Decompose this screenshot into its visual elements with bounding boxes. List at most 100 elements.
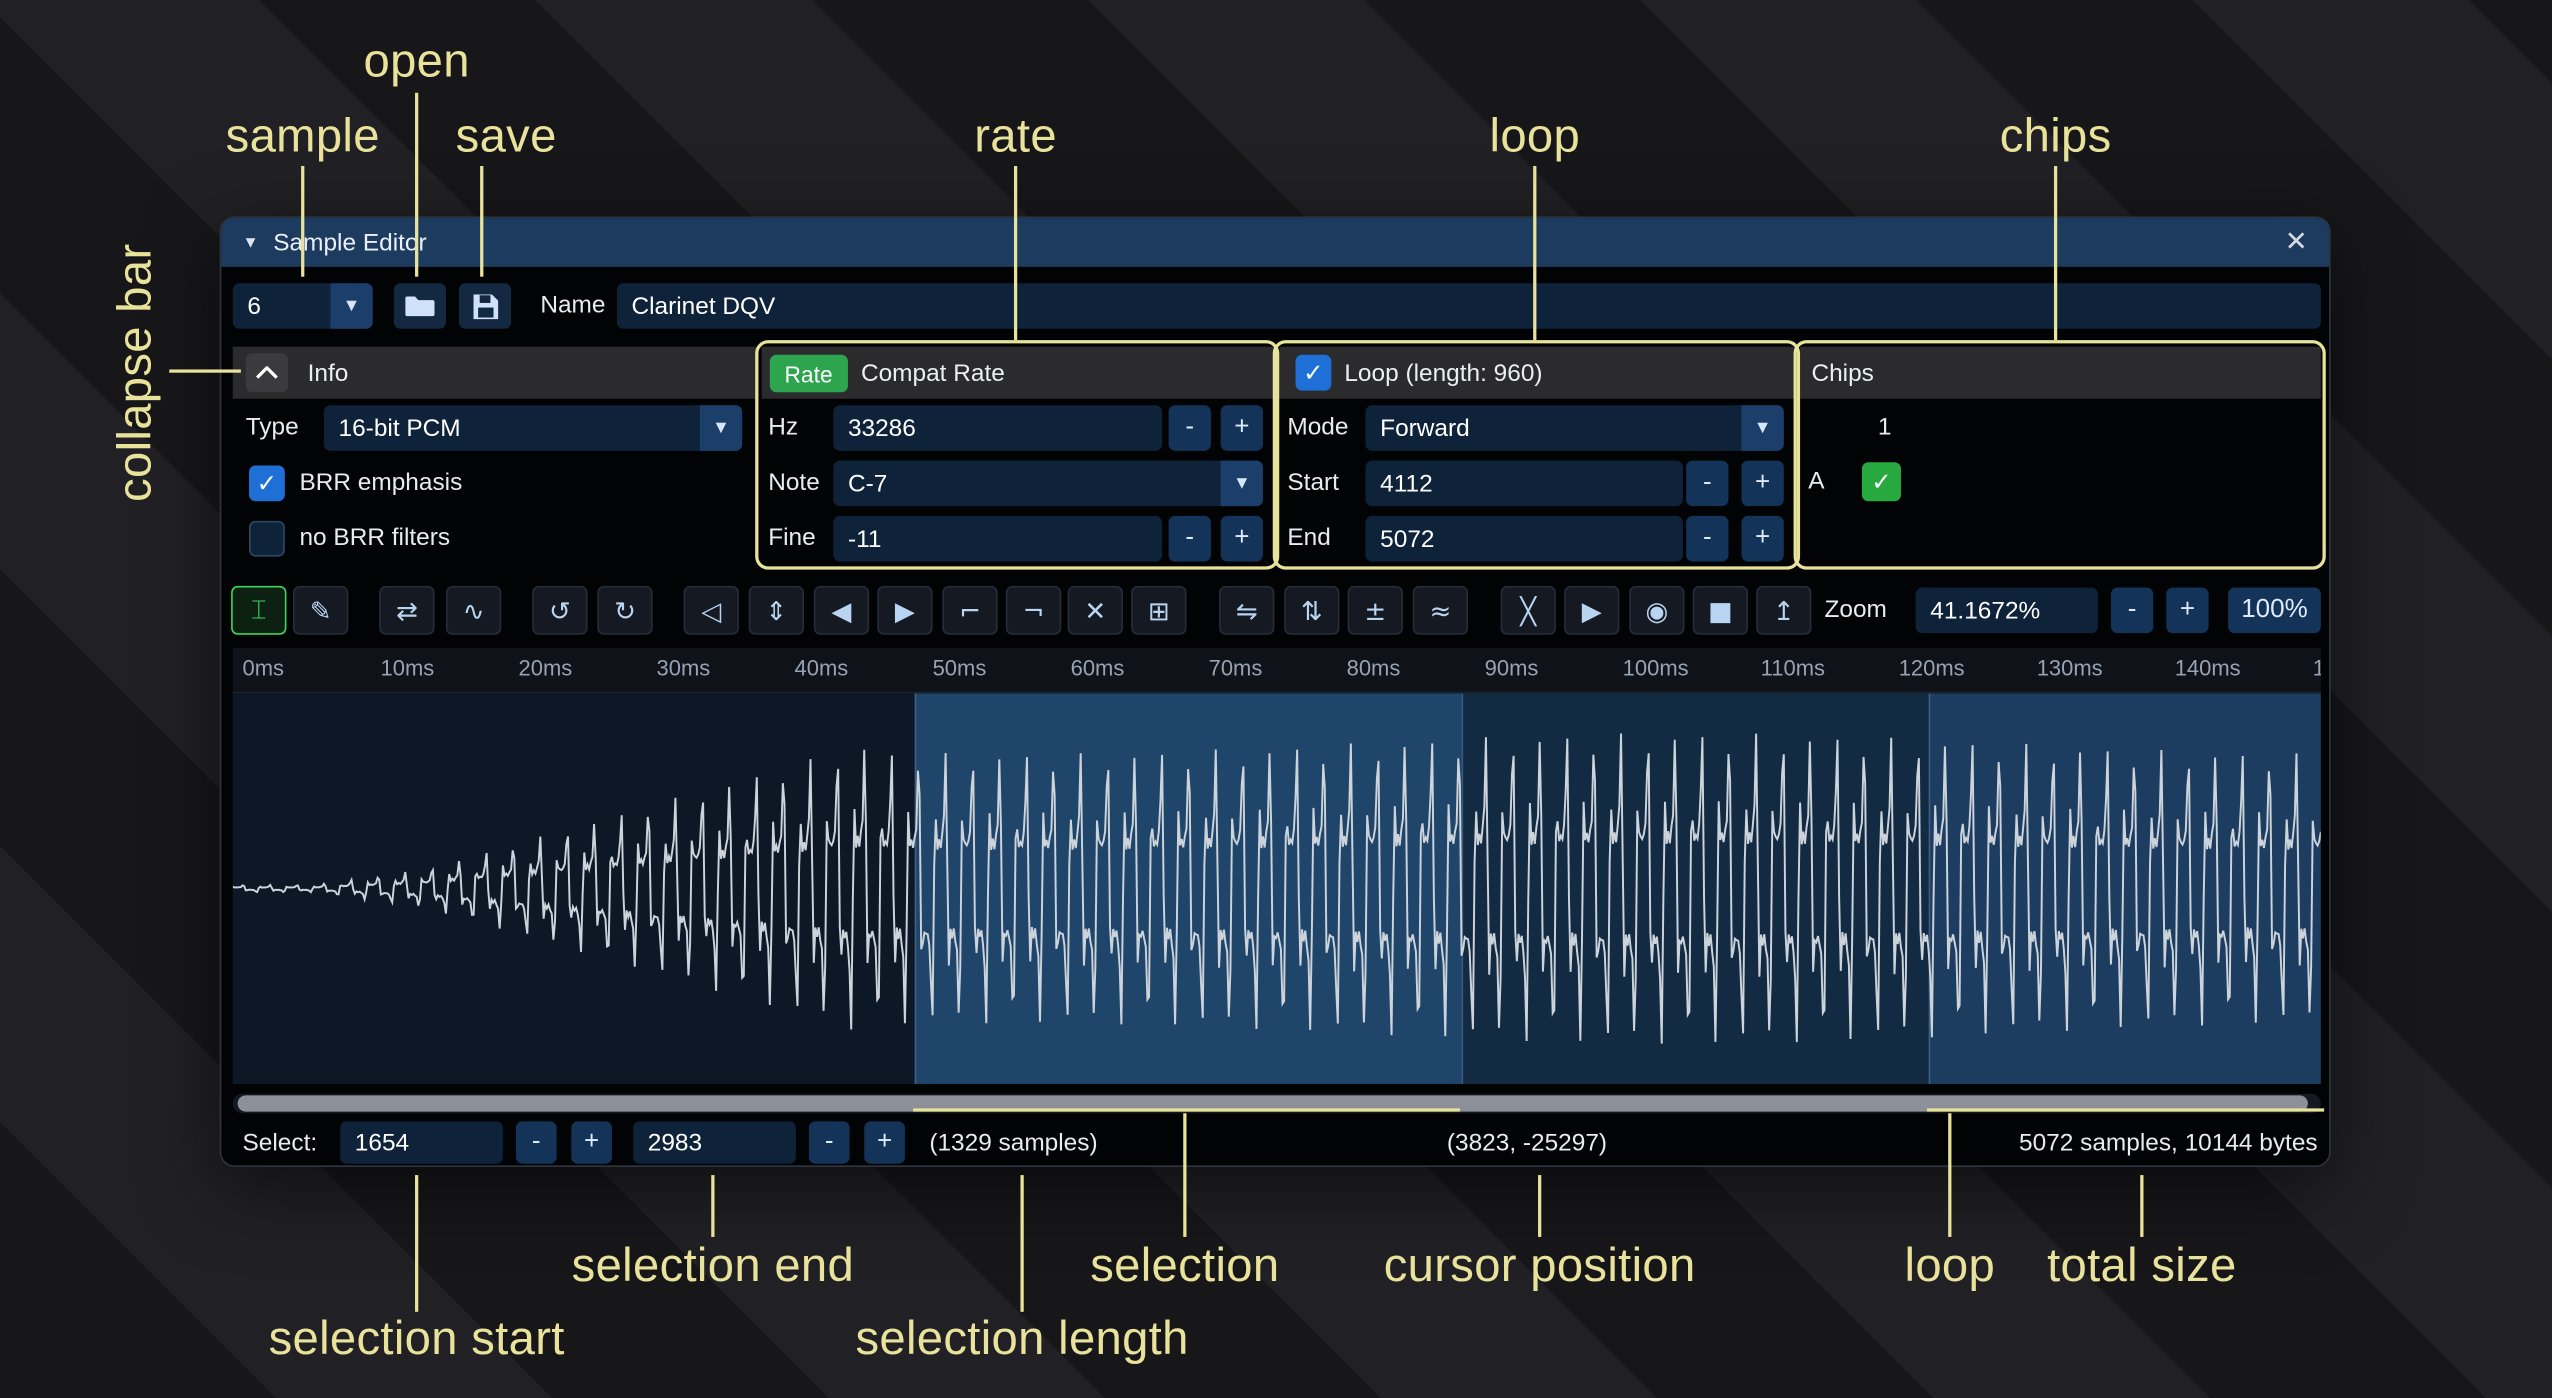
annotation-selection-end: selection end [572,1240,854,1294]
tool-draw-mode-button[interactable]: ✎ [293,586,348,635]
tool-filter-button[interactable]: ≈ [1413,586,1468,635]
selection-start-value: 1654 [355,1129,409,1157]
timeline-tick: 60ms [1071,656,1125,680]
tool-redo-button[interactable]: ↻ [597,586,652,635]
annotation-line-loop-bottom [1948,1113,1951,1237]
zoom-value: 41.1672% [1930,596,2040,624]
tool-resize-button[interactable]: ⇄ [379,586,434,635]
annotation-line-loop [1533,166,1536,340]
name-input[interactable]: Clarinet DQV [617,283,2321,329]
annotation-line-selection-end [711,1175,714,1237]
annotation-line-selection-length [1020,1175,1023,1312]
annotation-line-rate [1014,166,1017,340]
annotation-line-total-size [2140,1175,2143,1237]
total-size-text: 5072 samples, 10144 bytes [2019,1118,2318,1168]
window-title: Sample Editor [273,229,426,257]
no-brr-filters-label: no BRR filters [299,516,450,562]
annotation-line-cursor-position [1538,1175,1541,1237]
chevron-down-icon[interactable]: ▼ [330,283,372,329]
timeline-tick: 120ms [1899,656,1965,680]
brr-emphasis-checkbox[interactable]: ✓ [249,465,285,501]
timeline-tick: 40ms [795,656,849,680]
timeline-tick: 100ms [1623,656,1689,680]
annotation-line-open [415,93,418,277]
tool-preview-selection-button[interactable]: ◉ [1629,586,1684,635]
window-collapse-icon[interactable]: ▼ [243,234,259,252]
open-button[interactable] [394,283,446,329]
chevron-up-icon [256,366,279,379]
info-panel-title: Info [308,347,349,399]
annotation-save: save [456,111,557,165]
selection-start-input[interactable]: 1654 [340,1121,503,1163]
timeline-tick: 150ms [2313,656,2321,680]
annotation-selection-start: selection start [269,1313,565,1367]
tool-select-mode-button[interactable]: ⌶ [231,586,286,635]
annotation-line-selection [1183,1113,1186,1237]
screenshot-root: ▼ Sample Editor ✕ 6 ▼ Name Clarinet DQV [0,0,2552,1398]
timeline-tick: 130ms [2037,656,2103,680]
type-label: Type [246,405,299,451]
selection-start-plus-button[interactable]: + [571,1121,612,1163]
timeline-tick: 20ms [519,656,573,680]
waveform-path [233,734,2321,1044]
selection-end-plus-button[interactable]: + [864,1121,905,1163]
zoom-reset-button[interactable]: 100% [2228,588,2321,634]
selection-end-input[interactable]: 2983 [633,1121,796,1163]
sample-number-dropdown[interactable]: 6 ▼ [233,283,373,329]
select-label: Select: [243,1118,318,1168]
tool-trim-button[interactable]: ⊞ [1131,586,1186,635]
tool-undo-button[interactable]: ↺ [532,586,587,635]
zoom-label: Zoom [1824,586,1886,635]
collapse-bar-button[interactable] [246,353,288,392]
name-label: Name [540,283,605,329]
tool-invert-button[interactable]: ⇅ [1284,586,1339,635]
timeline-ruler[interactable]: 0ms10ms20ms30ms40ms50ms60ms70ms80ms90ms1… [233,648,2321,694]
tool-apply-silence-button[interactable]: ¬ [1006,586,1061,635]
check-icon: ✓ [257,471,277,495]
annotation-cursor-position: cursor position [1384,1240,1696,1294]
close-icon[interactable]: ✕ [2285,218,2308,267]
tool-reverse-button[interactable]: ⇋ [1219,586,1274,635]
annotation-line-sample [301,166,304,277]
no-brr-filters-checkbox[interactable] [249,521,285,557]
waveform-view[interactable] [233,693,2321,1084]
save-button[interactable] [459,283,511,329]
annotation-open: open [363,36,469,90]
timeline-tick: 50ms [933,656,987,680]
tool-preview-button[interactable]: ▶ [1564,586,1619,635]
tool-insert-silence-button[interactable]: ⌐ [942,586,997,635]
status-bar: Select: 1654 - + 2983 - + (1329 samples)… [221,1118,2329,1168]
tool-crossfade-button[interactable]: ╳ [1501,586,1556,635]
zoom-out-button[interactable]: - [2111,588,2153,634]
name-value: Clarinet DQV [631,292,775,320]
timeline-tick: 80ms [1347,656,1401,680]
window-titlebar[interactable]: ▼ Sample Editor ✕ [221,218,2329,267]
tool-normalize-button[interactable]: ⇕ [749,586,804,635]
selection-end-minus-button[interactable]: - [809,1121,850,1163]
annotation-selection-length: selection length [855,1313,1188,1367]
annotation-line-selection-start [415,1175,418,1312]
annotation-chips: chips [2000,111,2112,165]
chevron-down-icon[interactable]: ▼ [700,405,742,451]
timeline-tick: 0ms [243,656,285,680]
tool-fade-in-button[interactable]: ◀ [814,586,869,635]
loop-highlight-box [1273,340,1800,569]
zoom-input[interactable]: 41.1672% [1916,588,2098,634]
tool-resample-button[interactable]: ∿ [446,586,501,635]
rate-highlight-box [755,340,1279,569]
tool-amplify-button[interactable]: ◁ [684,586,739,635]
annotation-loop: loop [1490,111,1581,165]
zoom-in-button[interactable]: + [2166,588,2208,634]
brr-emphasis-label: BRR emphasis [299,461,462,507]
annotation-line-save [480,166,483,277]
tool-create-wavetable-button[interactable]: ↥ [1756,586,1811,635]
tool-delete-button[interactable]: ✕ [1068,586,1123,635]
timeline-tick: 110ms [1761,656,1825,680]
tool-sign-invert-button[interactable]: ± [1348,586,1403,635]
tool-stop-preview-button[interactable]: ■ [1693,586,1748,635]
selection-start-minus-button[interactable]: - [516,1121,557,1163]
timeline-tick: 10ms [381,656,435,680]
type-dropdown[interactable]: 16-bit PCM ▼ [324,405,742,451]
tool-fade-out-button[interactable]: ▶ [877,586,932,635]
annotation-total-size: total size [2047,1240,2237,1294]
